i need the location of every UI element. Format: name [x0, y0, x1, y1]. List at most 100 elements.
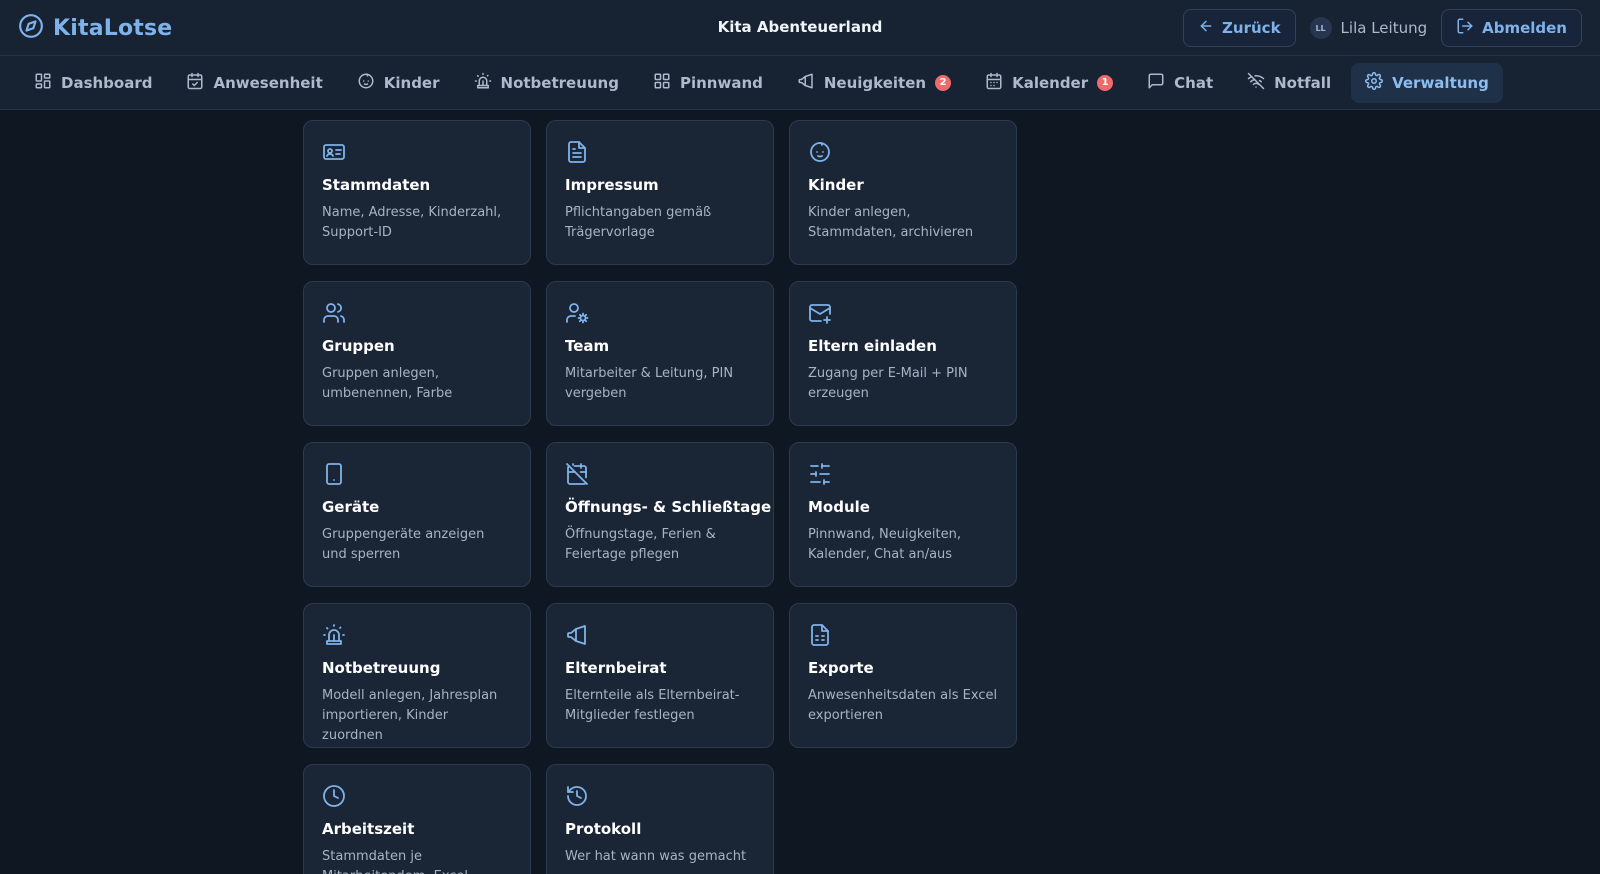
user-menu[interactable]: LL Lila Leitung — [1309, 17, 1428, 39]
nav-item-label: Kalender — [1012, 73, 1089, 92]
card-elternbeirat[interactable]: Elternbeirat Elternteile als Elternbeira… — [546, 603, 774, 748]
card-description: Pinnwand, Neuigkeiten, Kalender, Chat an… — [808, 527, 961, 562]
card-description: Wer hat wann was gemacht — [565, 849, 747, 864]
admin-card-grid: Stammdaten Name, Adresse, Kinderzahl, Su… — [303, 120, 1017, 874]
logout-button[interactable]: Abmelden — [1441, 9, 1582, 47]
users-icon — [322, 300, 512, 326]
card-title: Eltern einladen — [808, 337, 937, 355]
card-module[interactable]: Module Pinnwand, Neuigkeiten, Kalender, … — [789, 442, 1017, 587]
card-title: Elternbeirat — [565, 659, 667, 677]
card-title: Team — [565, 337, 610, 355]
nav-item-label: Neuigkeiten — [823, 73, 927, 92]
sliders-icon — [808, 461, 998, 487]
card-notbetreuung[interactable]: Notbetreuung Modell anlegen, Jahresplan … — [303, 603, 531, 748]
card-oeffnungs-schliesstage[interactable]: Öffnungs- & Schließtage Öffnungstage, Fe… — [546, 442, 774, 587]
notification-badge: 2 — [935, 74, 952, 91]
id-card-icon — [322, 139, 512, 165]
logout-icon — [1456, 17, 1474, 39]
nav-item-label: Pinnwand — [679, 73, 763, 92]
grid-icon — [653, 72, 671, 94]
back-button[interactable]: Zurück — [1183, 9, 1296, 47]
logout-button-label: Abmelden — [1482, 19, 1567, 37]
card-stammdaten[interactable]: Stammdaten Name, Adresse, Kinderzahl, Su… — [303, 120, 531, 265]
history-icon — [565, 783, 755, 809]
card-title: Notbetreuung — [322, 659, 441, 677]
nav-item-chat[interactable]: Chat — [1133, 63, 1227, 103]
card-exporte[interactable]: Exporte Anwesenheitsdaten als Excel expo… — [789, 603, 1017, 748]
card-description: Mitarbeiter & Leitung, PIN vergeben — [565, 366, 734, 401]
calendar-check-icon — [186, 72, 204, 94]
card-title: Arbeitszeit — [322, 820, 415, 838]
siren-icon — [322, 622, 512, 648]
card-protokoll[interactable]: Protokoll Wer hat wann was gemacht — [546, 764, 774, 874]
back-button-label: Zurück — [1222, 19, 1281, 37]
card-title: Impressum — [565, 176, 659, 194]
nav-item-label: Verwaltung — [1392, 73, 1489, 92]
card-description: Name, Adresse, Kinderzahl, Support-ID — [322, 205, 502, 240]
nav-item-dashboard[interactable]: Dashboard — [20, 63, 166, 103]
tablet-icon — [322, 461, 512, 487]
arrow-left-icon — [1198, 18, 1214, 38]
nav-item-label: Dashboard — [61, 73, 153, 92]
nav-item-label: Notfall — [1274, 73, 1332, 92]
card-impressum[interactable]: Impressum Pflichtangaben gemäß Trägervor… — [546, 120, 774, 265]
calendar-icon — [985, 72, 1003, 94]
megaphone-icon — [565, 622, 755, 648]
card-title: Geräte — [322, 498, 380, 516]
user-name: Lila Leitung — [1340, 19, 1428, 37]
nav-item-kinder[interactable]: Kinder — [343, 63, 454, 103]
card-title: Kinder — [808, 176, 864, 194]
card-title: Stammdaten — [322, 176, 431, 194]
card-description: Gruppengeräte anzeigen und sperren — [322, 527, 485, 562]
clock-icon — [322, 783, 512, 809]
card-description: Modell anlegen, Jahresplan importieren, … — [322, 688, 498, 743]
nav-item-notfall[interactable]: Notfall — [1233, 63, 1345, 103]
dashboard-icon — [34, 72, 52, 94]
top-header: KitaLotse Kita Abenteuerland Zurück LL L… — [0, 0, 1600, 56]
gear-icon — [1365, 71, 1384, 94]
card-gruppen[interactable]: Gruppen Gruppen anlegen, umbenennen, Far… — [303, 281, 531, 426]
card-arbeitszeit[interactable]: Arbeitszeit Stammdaten je Mitarbeitendem… — [303, 764, 531, 874]
card-description: Kinder anlegen, Stammdaten, archivieren — [808, 205, 974, 240]
document-icon — [565, 139, 755, 165]
avatar: LL — [1309, 17, 1332, 39]
notification-badge: 1 — [1097, 74, 1114, 91]
nav-item-pinnwand[interactable]: Pinnwand — [639, 63, 777, 103]
main-nav: Dashboard Anwesenheit Kinder Notbetreuun… — [0, 56, 1600, 110]
card-description: Zugang per E-Mail + PIN erzeugen — [808, 366, 968, 401]
card-description: Pflichtangaben gemäß Trägervorlage — [565, 205, 712, 240]
card-description: Gruppen anlegen, umbenennen, Farbe — [322, 366, 453, 401]
baby-icon — [808, 139, 998, 165]
spreadsheet-icon — [808, 622, 998, 648]
baby-icon — [357, 72, 375, 94]
card-description: Elternteile als Elternbeirat-Mitglieder … — [565, 688, 740, 723]
card-description: Öffnungstage, Ferien & Feiertage pflegen — [565, 527, 716, 562]
nav-item-neuigkeiten[interactable]: Neuigkeiten 2 — [783, 63, 965, 103]
card-title: Gruppen — [322, 337, 395, 355]
nav-item-label: Notbetreuung — [500, 73, 619, 92]
card-description: Anwesenheitsdaten als Excel exportieren — [808, 688, 998, 723]
card-title: Protokoll — [565, 820, 642, 838]
card-title: Öffnungs- & Schließtage — [565, 498, 772, 516]
nav-item-kalender[interactable]: Kalender 1 — [971, 63, 1127, 103]
nav-item-notbetreuung[interactable]: Notbetreuung — [460, 63, 633, 103]
siren-icon — [474, 72, 492, 94]
user-cog-icon — [565, 300, 755, 326]
wifi-off-icon — [1247, 72, 1265, 94]
card-title: Exporte — [808, 659, 874, 677]
chat-icon — [1147, 72, 1165, 94]
nav-item-label: Kinder — [383, 73, 440, 92]
card-eltern-einladen[interactable]: Eltern einladen Zugang per E-Mail + PIN … — [789, 281, 1017, 426]
nav-item-label: Anwesenheit — [213, 73, 323, 92]
card-team[interactable]: Team Mitarbeiter & Leitung, PIN vergeben — [546, 281, 774, 426]
card-title: Module — [808, 498, 870, 516]
calendar-off-icon — [565, 461, 755, 487]
nav-item-anwesenheit[interactable]: Anwesenheit — [172, 63, 336, 103]
card-description: Stammdaten je Mitarbeitendem, Excel-Expo… — [322, 849, 473, 874]
megaphone-icon — [797, 72, 815, 94]
card-kinder[interactable]: Kinder Kinder anlegen, Stammdaten, archi… — [789, 120, 1017, 265]
card-geraete[interactable]: Geräte Gruppengeräte anzeigen und sperre… — [303, 442, 531, 587]
mail-plus-icon — [808, 300, 998, 326]
nav-item-verwaltung[interactable]: Verwaltung — [1351, 62, 1503, 103]
nav-item-label: Chat — [1174, 73, 1214, 92]
